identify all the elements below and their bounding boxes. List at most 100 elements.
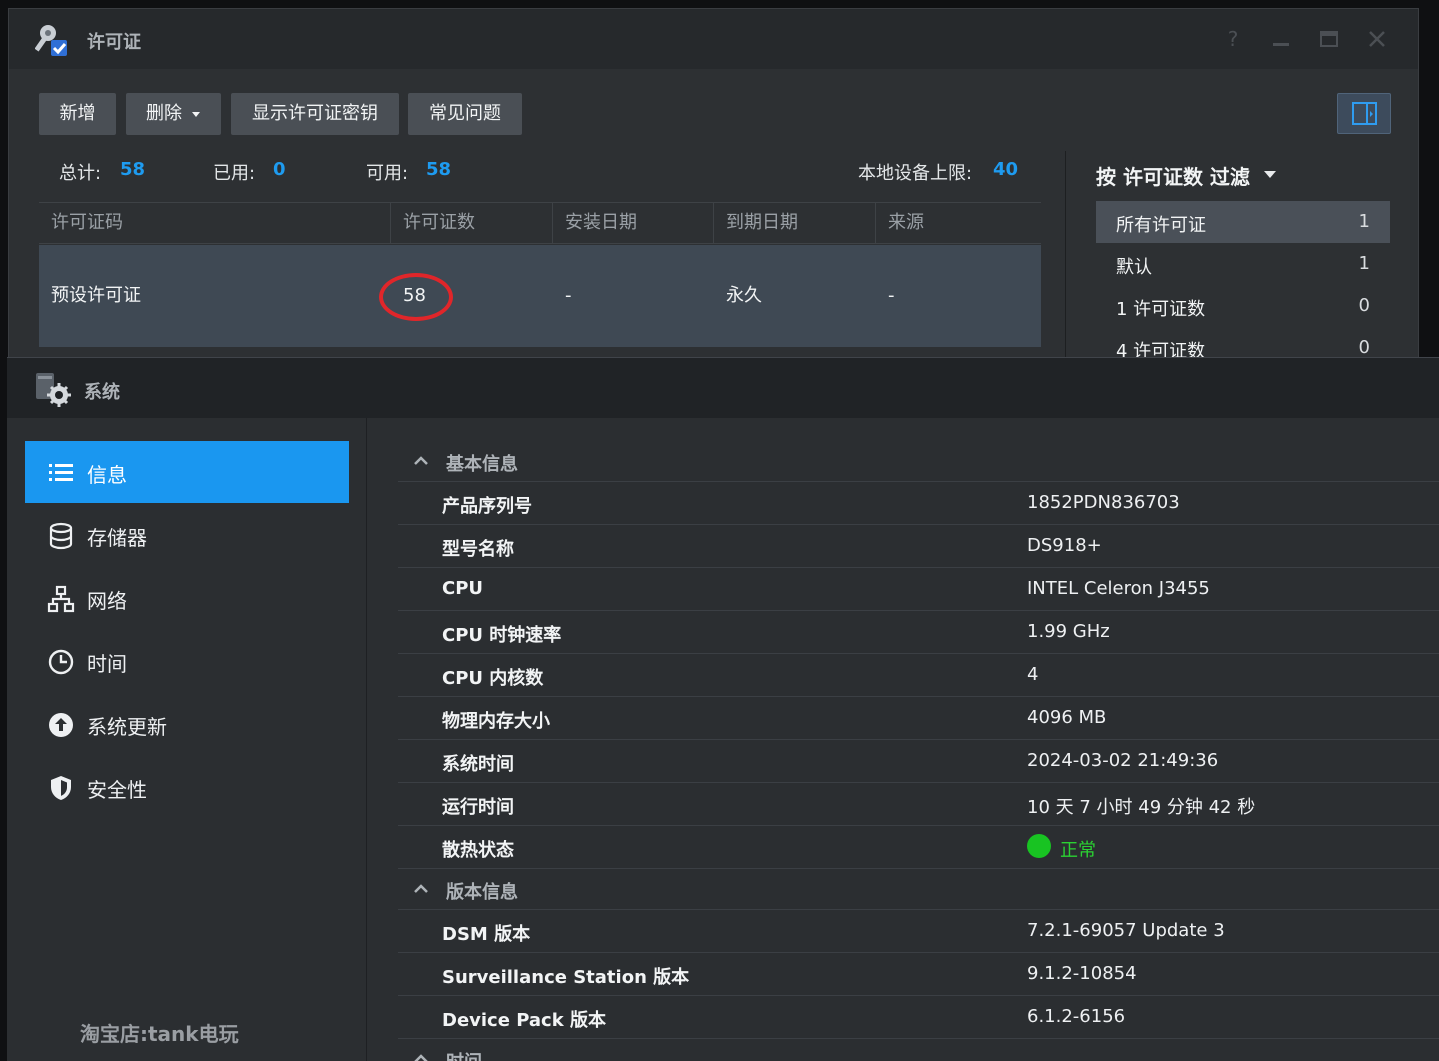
info-row: Device Pack 版本 6.1.2-6156: [398, 996, 1439, 1039]
total-label: 总计:: [59, 163, 102, 184]
shield-icon: [51, 776, 71, 800]
filter-item-all[interactable]: 所有许可证 1: [1096, 201, 1390, 243]
filter-item-label: 所有许可证: [1116, 215, 1206, 236]
delete-label: 删除: [146, 103, 182, 124]
info-row: 物理内存大小 4096 MB: [398, 697, 1439, 740]
show-license-key-button[interactable]: 显示许可证密钥: [231, 93, 399, 135]
filter-item-default[interactable]: 默认 1: [1096, 243, 1390, 285]
sidebar-item-update[interactable]: 系统更新: [25, 693, 349, 755]
info-panel: 基本信息 产品序列号 1852PDN836703 型号名称 DS918+ CPU…: [368, 418, 1439, 1061]
filter-panel: 按 许可证数 过滤 所有许可证 1 默认 1 1 许可证数 0 4 许可证数 0: [1065, 151, 1418, 359]
chevron-down-icon: [192, 112, 200, 117]
sidebar-item-label: 系统更新: [87, 715, 167, 739]
key-license-icon: [35, 25, 67, 56]
info-row: CPU 内核数 4: [398, 654, 1439, 697]
info-value: DS918+: [1027, 535, 1102, 556]
info-key: CPU: [442, 578, 484, 599]
maximize-icon[interactable]: [1317, 27, 1341, 51]
filter-item-4-license[interactable]: 4 许可证数 0: [1096, 327, 1390, 359]
delete-dropdown-button[interactable]: 删除: [126, 93, 221, 135]
side-panel-icon: [1352, 102, 1377, 125]
column-header-source[interactable]: 来源: [876, 203, 1041, 243]
system-gear-icon: [36, 373, 71, 407]
watermark-text: 淘宝店:tank电玩: [80, 1022, 239, 1046]
info-value: INTEL Celeron J3455: [1027, 578, 1210, 599]
column-header-count[interactable]: 许可证数: [391, 203, 553, 243]
info-key: 散热状态: [442, 840, 514, 861]
device-limit-label: 本地设备上限:: [858, 163, 973, 184]
license-titlebar[interactable]: 许可证 ?: [9, 9, 1418, 69]
install-date-cell: -: [565, 285, 572, 306]
add-button[interactable]: 新增: [39, 93, 116, 135]
sidebar-item-label: 网络: [87, 589, 127, 613]
sidebar-item-info[interactable]: 信息: [25, 441, 349, 503]
window-title: 系统: [84, 382, 120, 403]
info-row: CPU 时钟速率 1.99 GHz: [398, 611, 1439, 654]
section-time[interactable]: 时间: [398, 1040, 1439, 1061]
filter-title[interactable]: 按 许可证数 过滤: [1096, 161, 1250, 190]
info-row: 运行时间 10 天 7 小时 49 分钟 42 秒: [398, 783, 1439, 826]
filter-item-label: 1 许可证数: [1116, 299, 1206, 320]
info-value: 7.2.1-69057 Update 3: [1027, 920, 1225, 941]
column-header-expire-date[interactable]: 到期日期: [714, 203, 876, 243]
info-row: DSM 版本 7.2.1-69057 Update 3: [398, 910, 1439, 953]
section-version-info[interactable]: 版本信息: [398, 870, 1439, 910]
info-key: Surveillance Station 版本: [442, 967, 690, 988]
window-title: 许可证: [87, 32, 141, 53]
info-value: 6.1.2-6156: [1027, 1006, 1126, 1027]
table-row[interactable]: 预设许可证 58 - 永久 -: [39, 245, 1041, 347]
sidebar-item-label: 信息: [87, 463, 127, 487]
help-icon[interactable]: ?: [1221, 27, 1245, 51]
available-label: 可用:: [366, 163, 409, 184]
sidebar-item-security[interactable]: 安全性: [25, 756, 349, 818]
info-key: 系统时间: [442, 754, 514, 775]
filter-item-1-license[interactable]: 1 许可证数 0: [1096, 285, 1390, 327]
info-key: 物理内存大小: [442, 711, 550, 732]
database-icon: [49, 522, 73, 550]
section-basic-info[interactable]: 基本信息: [398, 442, 1439, 482]
used-label: 已用:: [213, 163, 256, 184]
clock-icon: [48, 649, 74, 675]
column-header-code[interactable]: 许可证码: [39, 203, 391, 243]
info-row: CPU INTEL Celeron J3455: [398, 568, 1439, 611]
system-titlebar[interactable]: 系统: [7, 358, 1439, 418]
status-ok-dot-icon: [1027, 834, 1051, 858]
panel-toggle-button[interactable]: [1337, 93, 1391, 134]
sidebar-item-time[interactable]: 时间: [25, 630, 349, 692]
info-key: CPU 时钟速率: [442, 625, 562, 646]
network-icon: [47, 585, 75, 613]
column-header-install-date[interactable]: 安装日期: [553, 203, 714, 243]
info-row-thermal: 散热状态 正常: [398, 826, 1439, 869]
sidebar-item-label: 安全性: [87, 778, 147, 802]
sidebar-item-network[interactable]: 网络: [25, 567, 349, 629]
chevron-up-icon: [414, 1054, 428, 1061]
filter-item-label: 默认: [1116, 257, 1152, 278]
info-value: 4: [1027, 664, 1039, 685]
expire-date-cell: 永久: [726, 285, 762, 306]
list-icon: [49, 464, 73, 481]
info-value: 9.1.2-10854: [1027, 963, 1137, 984]
license-code-cell: 预设许可证: [51, 285, 141, 306]
info-key: DSM 版本: [442, 924, 531, 945]
section-title: 基本信息: [446, 454, 518, 475]
sidebar: 信息 存储器 网络 时间 系统更新 安全性 淘宝店:tank电玩: [7, 418, 367, 1061]
thermal-status-value: 正常: [1060, 840, 1096, 861]
section-title: 版本信息: [446, 882, 518, 903]
sidebar-item-storage[interactable]: 存储器: [25, 504, 349, 566]
filter-item-count: 0: [1358, 337, 1370, 358]
faq-button[interactable]: 常见问题: [408, 93, 522, 135]
filter-item-count: 1: [1358, 211, 1370, 232]
close-icon[interactable]: [1365, 27, 1389, 51]
chevron-down-icon[interactable]: [1264, 171, 1276, 178]
used-value: 0: [273, 159, 286, 180]
section-title: 时间: [446, 1048, 482, 1061]
info-value: 1852PDN836703: [1027, 492, 1180, 513]
info-key: 型号名称: [442, 539, 514, 560]
minimize-icon[interactable]: [1269, 27, 1293, 51]
filter-item-count: 0: [1358, 295, 1370, 316]
info-value: 1.99 GHz: [1027, 621, 1110, 642]
chevron-up-icon: [414, 884, 428, 893]
info-row: 产品序列号 1852PDN836703: [398, 482, 1439, 525]
chevron-up-icon: [414, 456, 428, 465]
system-window: 系统 信息 存储器 网络 时间 系统更新 安全性 淘宝店:tank电玩 基本信息…: [7, 357, 1439, 1061]
